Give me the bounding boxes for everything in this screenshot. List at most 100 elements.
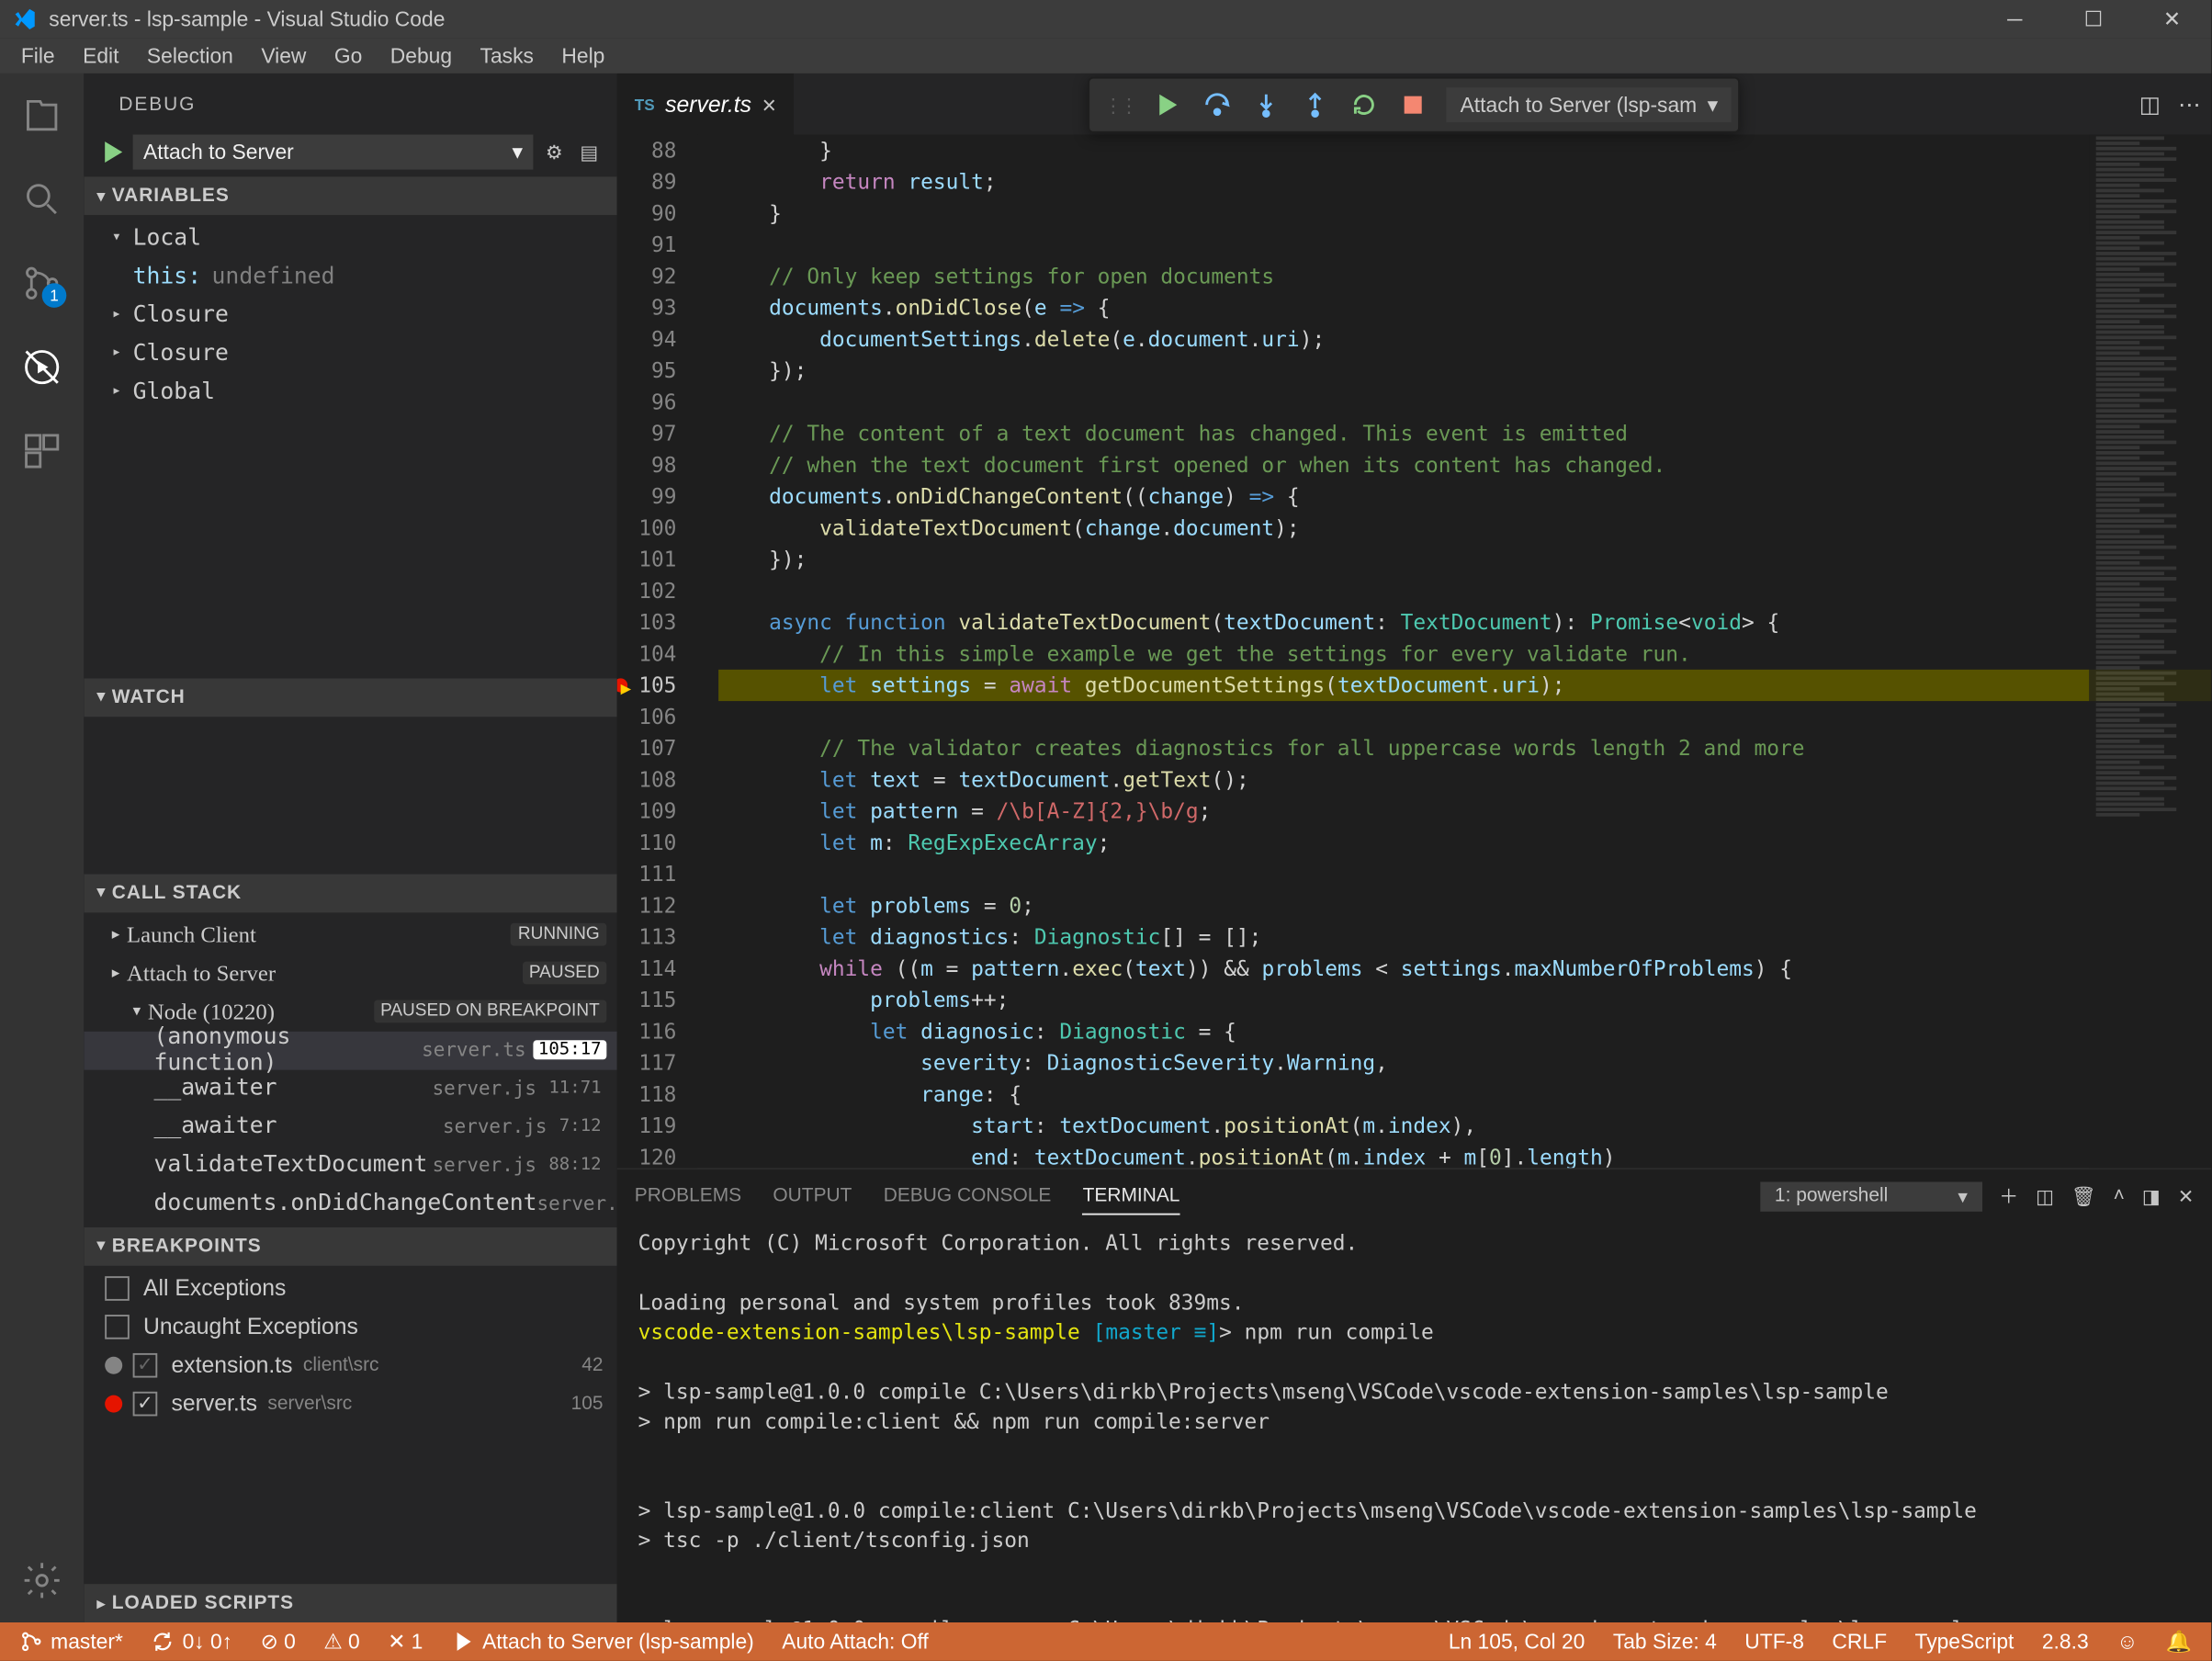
menu-help[interactable]: Help <box>547 40 618 72</box>
terminal[interactable]: Copyright (C) Microsoft Corporation. All… <box>617 1222 2212 1622</box>
more-icon[interactable]: ⋯ <box>2178 90 2201 118</box>
bp-uncaught-exceptions[interactable]: Uncaught Exceptions <box>84 1307 616 1346</box>
errors-count[interactable]: ⊘ 0 <box>255 1630 301 1655</box>
checkbox[interactable] <box>133 1352 158 1377</box>
scope-local[interactable]: ▾Local <box>84 219 616 257</box>
gear-icon[interactable]: ⚙ <box>540 141 568 164</box>
feedback-icon[interactable]: ☺ <box>2111 1630 2143 1655</box>
drag-handle-icon[interactable]: ⋮⋮ <box>1097 82 1142 127</box>
breakpoint-item[interactable]: server.tsserver\src105 <box>84 1384 616 1422</box>
debug-console-icon[interactable]: ▤ <box>575 141 603 164</box>
scm-badge: 1 <box>42 283 67 308</box>
split-editor-icon[interactable]: ◫ <box>2139 90 2161 118</box>
menu-view[interactable]: View <box>247 40 321 72</box>
scope-closure[interactable]: ▸Closure <box>84 296 616 334</box>
ts-version[interactable]: 2.8.3 <box>2037 1630 2094 1655</box>
stack-frame[interactable]: __awaiterserver.js11:71 <box>84 1069 616 1108</box>
debug-sidebar: DEBUG Attach to Server ▾ ⚙ ▤ ▾VARIABLES … <box>84 73 616 1622</box>
step-into-icon[interactable] <box>1244 82 1289 127</box>
debug-title: DEBUG <box>84 73 616 135</box>
menu-file[interactable]: File <box>7 40 69 72</box>
watch-header[interactable]: ▾WATCH <box>84 678 616 717</box>
checkbox[interactable] <box>133 1391 158 1416</box>
close-button[interactable]: ✕ <box>2133 0 2212 39</box>
minimize-button[interactable]: ─ <box>1975 0 2054 39</box>
git-branch[interactable]: master* <box>14 1630 128 1655</box>
line-gutter[interactable]: 8889909192939495969798991001011021031041… <box>617 135 698 1169</box>
step-over-icon[interactable] <box>1194 82 1239 127</box>
code-editor[interactable]: } return result; } // Only keep settings… <box>697 135 2211 1169</box>
breakpoint-item[interactable]: extension.tsclient\src42 <box>84 1346 616 1384</box>
status-bar: master* 0↓ 0↑ ⊘ 0 ⚠ 0 ✕ 1 Attach to Serv… <box>0 1622 2211 1661</box>
new-terminal-icon[interactable]: ＋ <box>1999 1181 2018 1209</box>
restart-icon[interactable] <box>1341 82 1386 127</box>
vscode-icon <box>10 6 38 33</box>
scope-global[interactable]: ▸Global <box>84 372 616 411</box>
maximize-button[interactable]: ☐ <box>2054 0 2133 39</box>
tab-server-ts[interactable]: TS server.ts × <box>617 73 794 135</box>
minimap[interactable] <box>2089 135 2211 1169</box>
checkbox[interactable] <box>105 1314 130 1339</box>
explorer-icon[interactable] <box>0 73 84 157</box>
x-count[interactable]: ✕ 1 <box>382 1630 428 1655</box>
settings-icon[interactable] <box>0 1539 84 1622</box>
tab-terminal[interactable]: TERMINAL <box>1083 1178 1180 1215</box>
close-icon[interactable]: × <box>762 90 776 118</box>
breakpoints-header[interactable]: ▾BREAKPOINTS <box>84 1226 616 1265</box>
stack-frame[interactable]: (anonymous function)server.ts105:17 <box>84 1031 616 1069</box>
scope-closure-2[interactable]: ▸Closure <box>84 333 616 372</box>
callstack-session[interactable]: ▸Attach to ServerPAUSED <box>84 954 616 992</box>
tab-label: server.ts <box>665 91 751 118</box>
extensions-icon[interactable] <box>0 409 84 492</box>
stack-frame[interactable]: documents.onDidChangeContentserver.ts100… <box>84 1185 616 1224</box>
warnings-count[interactable]: ⚠ 0 <box>319 1630 366 1655</box>
git-sync[interactable]: 0↓ 0↑ <box>146 1630 238 1655</box>
scm-icon[interactable]: 1 <box>0 242 84 325</box>
tab-problems[interactable]: PROBLEMS <box>635 1179 741 1214</box>
menu-selection[interactable]: Selection <box>133 40 247 72</box>
loaded-scripts-header[interactable]: ▸LOADED SCRIPTS <box>84 1584 616 1622</box>
tab-debug-console[interactable]: DEBUG CONSOLE <box>884 1179 1052 1214</box>
tab-output[interactable]: OUTPUT <box>773 1179 852 1214</box>
continue-icon[interactable] <box>1146 82 1191 127</box>
menu-go[interactable]: Go <box>321 40 377 72</box>
close-panel-icon[interactable]: ✕ <box>2178 1184 2195 1207</box>
status-launch[interactable]: Attach to Server (lsp-sample) <box>446 1630 759 1655</box>
terminal-select[interactable]: 1: powershell▾ <box>1761 1181 1981 1210</box>
bp-all-exceptions[interactable]: All Exceptions <box>84 1269 616 1307</box>
callstack-header[interactable]: ▾CALL STACK <box>84 874 616 912</box>
kill-terminal-icon[interactable]: 🗑 <box>2071 1184 2096 1207</box>
panel-up-icon[interactable]: ˄ <box>2114 1185 2125 1206</box>
start-debug-icon[interactable] <box>98 138 126 165</box>
window-title: server.ts - lsp-sample - Visual Studio C… <box>49 7 1975 32</box>
stack-frame[interactable]: validateTextDocumentserver.js88:12 <box>84 1147 616 1185</box>
stop-icon[interactable] <box>1390 82 1435 127</box>
menu-edit[interactable]: Edit <box>69 40 133 72</box>
variables-header[interactable]: ▾VARIABLES <box>84 176 616 215</box>
status-autoattach[interactable]: Auto Attach: Off <box>777 1630 934 1655</box>
search-icon[interactable] <box>0 157 84 241</box>
var-this[interactable]: this:undefined <box>84 257 616 296</box>
split-terminal-icon[interactable]: ◫ <box>2036 1184 2054 1207</box>
notifications-icon[interactable]: 🔔 <box>2161 1630 2197 1655</box>
debug-config-select[interactable]: Attach to Server ▾ <box>133 135 534 170</box>
cursor-position[interactable]: Ln 105, Col 20 <box>1443 1630 1590 1655</box>
maximize-panel-icon[interactable]: ◨ <box>2142 1184 2161 1207</box>
menu-debug[interactable]: Debug <box>377 40 467 72</box>
menu-tasks[interactable]: Tasks <box>466 40 547 72</box>
debug-session-select[interactable]: Attach to Server (lsp-sam▾ <box>1446 87 1732 122</box>
callstack-session[interactable]: ▸Launch ClientRUNNING <box>84 915 616 954</box>
step-out-icon[interactable] <box>1292 82 1337 127</box>
debug-config-row: Attach to Server ▾ ⚙ ▤ <box>84 135 616 177</box>
encoding[interactable]: UTF-8 <box>1740 1630 1810 1655</box>
eol[interactable]: CRLF <box>1827 1630 1892 1655</box>
debug-toolbar[interactable]: ⋮⋮ Attach to Server (lsp-sam▾ <box>1088 77 1741 133</box>
language-mode[interactable]: TypeScript <box>1910 1630 2019 1655</box>
stack-frame[interactable]: __awaiterserver.js7:12 <box>84 1108 616 1147</box>
typescript-icon: TS <box>635 96 655 113</box>
debug-config-label: Attach to Server <box>143 140 294 164</box>
bottom-panel: PROBLEMS OUTPUT DEBUG CONSOLE TERMINAL 1… <box>617 1168 2212 1622</box>
debug-icon[interactable] <box>0 325 84 409</box>
checkbox[interactable] <box>105 1275 130 1300</box>
tab-size[interactable]: Tab Size: 4 <box>1608 1630 1721 1655</box>
